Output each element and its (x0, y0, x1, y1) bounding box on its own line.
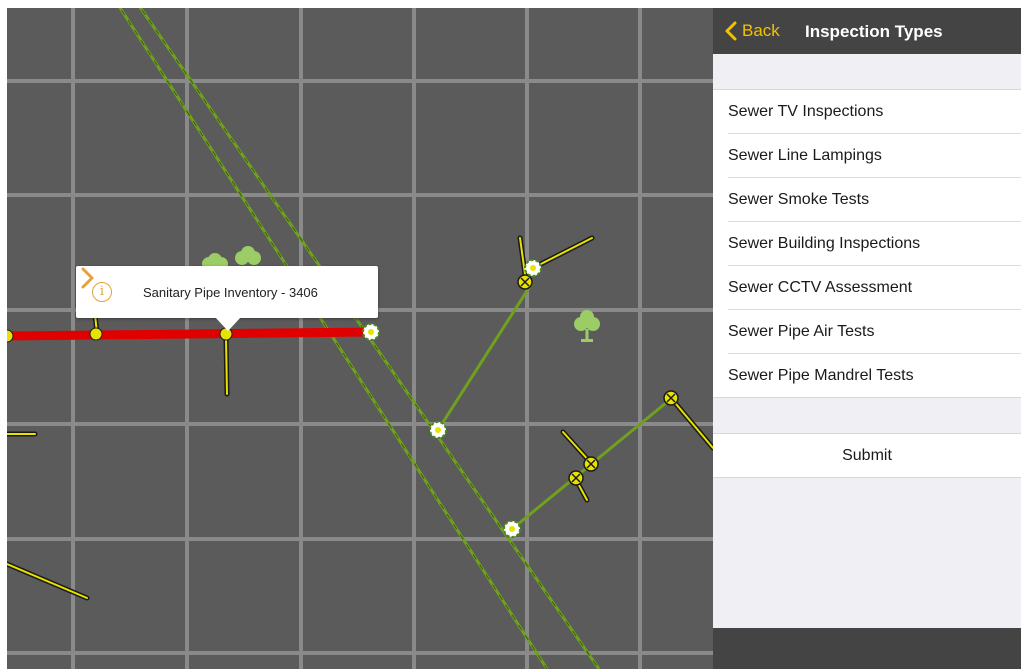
map-canvas[interactable] (7, 8, 713, 669)
map-view[interactable]: i Sanitary Pipe Inventory - 3406 (7, 8, 713, 669)
bottom-toolbar (713, 628, 1021, 669)
page-title: Inspection Types (805, 22, 943, 41)
inspection-types-panel: Back Inspection Types Sewer TV Inspectio… (713, 8, 1021, 669)
chevron-right-icon[interactable] (76, 266, 98, 290)
callout-title: Sanitary Pipe Inventory - 3406 (143, 285, 318, 300)
list-item-sewer-pipe-air-tests[interactable]: Sewer Pipe Air Tests (728, 310, 1021, 354)
list-item-sewer-cctv-assessment[interactable]: Sewer CCTV Assessment (728, 266, 1021, 310)
back-button[interactable]: Back (725, 20, 780, 42)
list-item-sewer-pipe-mandrel-tests[interactable]: Sewer Pipe Mandrel Tests (728, 354, 1021, 397)
inspection-type-list: Sewer TV Inspections Sewer Line Lampings… (713, 89, 1021, 398)
selected-pipe[interactable] (7, 327, 374, 341)
back-label: Back (742, 21, 780, 40)
list-item-sewer-smoke-tests[interactable]: Sewer Smoke Tests (728, 178, 1021, 222)
chevron-left-icon (725, 21, 737, 41)
callout-pointer (215, 317, 241, 331)
submit-button[interactable]: Submit (713, 433, 1021, 478)
manholes (362, 259, 542, 538)
list-item-sewer-line-lampings[interactable]: Sewer Line Lampings (728, 134, 1021, 178)
feature-callout[interactable]: i Sanitary Pipe Inventory - 3406 (76, 266, 378, 331)
list-item-sewer-building-inspections[interactable]: Sewer Building Inspections (728, 222, 1021, 266)
list-item-sewer-tv-inspections[interactable]: Sewer TV Inspections (728, 90, 1021, 134)
navigation-bar: Back Inspection Types (713, 8, 1021, 54)
